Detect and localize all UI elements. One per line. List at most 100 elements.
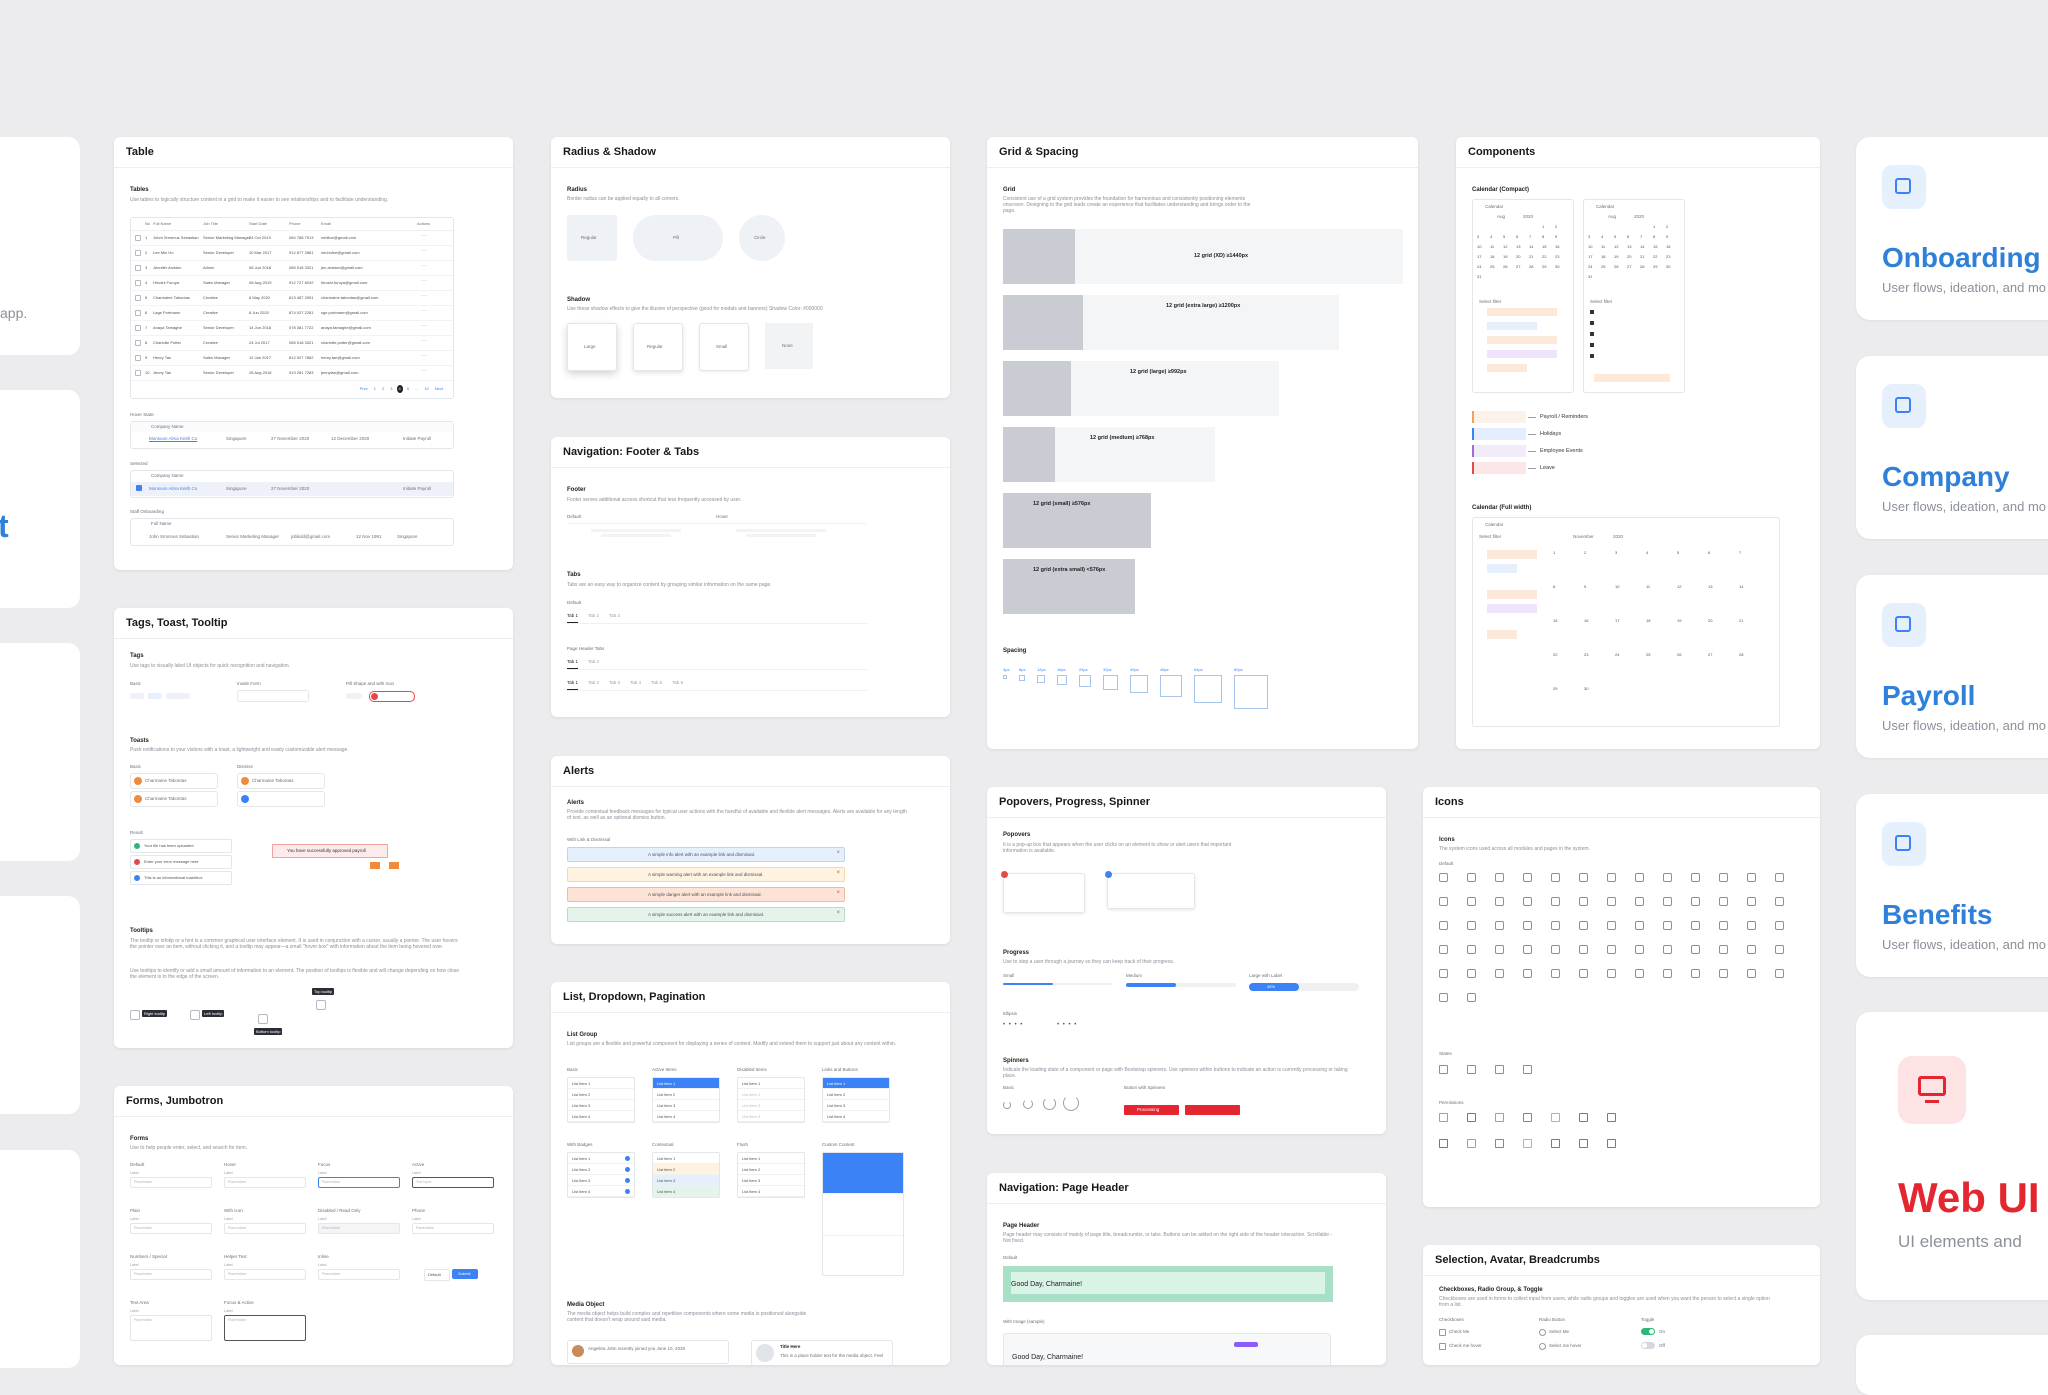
calendar-day[interactable]: 21 bbox=[1640, 254, 1644, 259]
toggle-on[interactable] bbox=[1641, 1328, 1655, 1335]
calendar-day[interactable]: 14 bbox=[1529, 244, 1533, 249]
calendar-day[interactable]: 11 bbox=[1646, 584, 1650, 589]
list-item[interactable]: List item 3 bbox=[738, 1175, 804, 1186]
more-icon[interactable]: ··· bbox=[421, 263, 427, 269]
tab[interactable]: Tab 6 bbox=[672, 680, 683, 690]
tab[interactable]: Tab 1 bbox=[567, 613, 579, 623]
pagination-item[interactable]: 3 bbox=[388, 385, 394, 393]
more-icon[interactable]: ··· bbox=[421, 293, 427, 299]
tab[interactable]: Tab 3 bbox=[609, 680, 620, 690]
more-icon[interactable]: ··· bbox=[421, 308, 427, 314]
calendar-day[interactable]: 10 bbox=[1588, 244, 1592, 249]
row-checkbox[interactable] bbox=[135, 295, 141, 301]
pagination-item[interactable]: 4 bbox=[396, 385, 403, 393]
tag[interactable] bbox=[130, 693, 144, 699]
calendar-day[interactable]: 24 bbox=[1615, 652, 1619, 657]
calendar-day[interactable]: 7 bbox=[1529, 234, 1531, 239]
calendar-day[interactable]: 21 bbox=[1529, 254, 1533, 259]
calendar-day[interactable]: 25 bbox=[1490, 264, 1494, 269]
year-select[interactable]: 2020 bbox=[1613, 534, 1623, 539]
calendar-day[interactable]: 2 bbox=[1555, 224, 1557, 229]
calendar-day[interactable]: 17 bbox=[1615, 618, 1619, 623]
list-item[interactable]: List item 4 bbox=[568, 1111, 634, 1122]
selected-checkbox[interactable] bbox=[136, 485, 142, 491]
hover-row-company[interactable]: Monsoon Alma Keith Co bbox=[149, 436, 197, 441]
list-item[interactable]: List item 2 bbox=[738, 1164, 804, 1175]
calendar-day[interactable]: 10 bbox=[1615, 584, 1619, 589]
form-input[interactable]: Placeholder bbox=[130, 1269, 212, 1280]
calendar-day[interactable]: 4 bbox=[1601, 234, 1603, 239]
web-ui-card[interactable]: Web UI UI elements and bbox=[1856, 1012, 2048, 1300]
calendar-day[interactable]: 29 bbox=[1542, 264, 1546, 269]
calendar-day[interactable]: 24 bbox=[1477, 264, 1481, 269]
row-checkbox[interactable] bbox=[135, 265, 141, 271]
calendar-day[interactable]: 19 bbox=[1677, 618, 1681, 623]
calendar-day[interactable]: 26 bbox=[1677, 652, 1681, 657]
tag[interactable] bbox=[148, 693, 162, 699]
user-icon[interactable] bbox=[130, 1010, 140, 1020]
tab[interactable]: Tab 4 bbox=[630, 680, 641, 690]
year-select[interactable]: 2020 bbox=[1634, 214, 1644, 219]
calendar-day[interactable]: 13 bbox=[1708, 584, 1712, 589]
list-item[interactable]: List item 1 bbox=[738, 1078, 804, 1089]
checkbox[interactable] bbox=[1439, 1329, 1446, 1336]
calendar-day[interactable]: 18 bbox=[1646, 618, 1650, 623]
calendar-day[interactable]: 23 bbox=[1584, 652, 1588, 657]
pagination-item[interactable]: Prev bbox=[358, 385, 370, 393]
row-checkbox[interactable] bbox=[135, 310, 141, 316]
list-item[interactable]: List item 4 bbox=[653, 1186, 719, 1197]
calendar-day[interactable]: 20 bbox=[1516, 254, 1520, 259]
calendar-day[interactable]: 3 bbox=[1588, 234, 1590, 239]
calendar-day[interactable]: 22 bbox=[1553, 652, 1557, 657]
month-select[interactable]: Aug bbox=[1497, 214, 1505, 219]
form-input[interactable]: Text Input bbox=[412, 1177, 494, 1188]
calendar-day[interactable]: 23 bbox=[1555, 254, 1559, 259]
calendar-day[interactable]: 8 bbox=[1553, 584, 1555, 589]
company-card[interactable]: Company User flows, ideation, and mo bbox=[1856, 356, 2048, 539]
list-item[interactable]: List item 2 bbox=[823, 1089, 889, 1100]
calendar-day[interactable]: 15 bbox=[1653, 244, 1657, 249]
list-item[interactable]: List item 3 bbox=[823, 1100, 889, 1111]
radio-button[interactable] bbox=[1539, 1343, 1546, 1350]
tab[interactable]: Tab 2 bbox=[588, 680, 599, 690]
calendar-day[interactable]: 8 bbox=[1653, 234, 1655, 239]
initiate-payroll-link[interactable]: Initiate Payroll bbox=[403, 436, 431, 441]
calendar-day[interactable]: 6 bbox=[1708, 550, 1710, 555]
form-input[interactable]: Placeholder bbox=[224, 1315, 306, 1341]
close-icon[interactable]: × bbox=[836, 890, 840, 896]
calendar-day[interactable]: 28 bbox=[1529, 264, 1533, 269]
list-item[interactable]: List item 2 bbox=[568, 1089, 634, 1100]
calendar-day[interactable]: 11 bbox=[1490, 244, 1494, 249]
list-item[interactable]: List item 3 bbox=[653, 1175, 719, 1186]
processing-button[interactable]: Processing bbox=[1124, 1105, 1179, 1115]
more-icon[interactable]: ··· bbox=[421, 248, 427, 254]
calendar-day[interactable]: 28 bbox=[1640, 264, 1644, 269]
select-filter[interactable]: Select filter bbox=[1479, 534, 1501, 539]
toast-action[interactable] bbox=[389, 862, 399, 869]
row-checkbox[interactable] bbox=[135, 280, 141, 286]
calendar-day[interactable]: 13 bbox=[1516, 244, 1520, 249]
payroll-card[interactable]: Payroll User flows, ideation, and mo bbox=[1856, 575, 2048, 758]
pagination-item[interactable]: 1 bbox=[372, 385, 378, 393]
calendar-day[interactable]: 15 bbox=[1542, 244, 1546, 249]
calendar-day[interactable]: 6 bbox=[1627, 234, 1629, 239]
form-input[interactable]: Placeholder bbox=[412, 1223, 494, 1234]
calendar-day[interactable]: 27 bbox=[1516, 264, 1520, 269]
toast-action[interactable] bbox=[370, 862, 380, 869]
list-item[interactable]: List item 2 bbox=[568, 1164, 634, 1175]
pagination-item[interactable]: ... bbox=[413, 385, 420, 393]
calendar-day[interactable]: 26 bbox=[1503, 264, 1507, 269]
calendar-day[interactable]: 15 bbox=[1553, 618, 1557, 623]
more-icon[interactable]: ··· bbox=[421, 323, 427, 329]
pagination-item[interactable]: 2 bbox=[380, 385, 386, 393]
pagination-item[interactable]: 5 bbox=[405, 385, 411, 393]
user-icon[interactable] bbox=[258, 1014, 268, 1024]
row-checkbox[interactable] bbox=[135, 250, 141, 256]
year-select[interactable]: 2020 bbox=[1523, 214, 1533, 219]
calendar-day[interactable]: 20 bbox=[1627, 254, 1631, 259]
pagination-item[interactable]: 10 bbox=[422, 385, 430, 393]
benefits-card[interactable]: Benefits User flows, ideation, and mo bbox=[1856, 794, 2048, 977]
calendar-day[interactable]: 4 bbox=[1490, 234, 1492, 239]
calendar-day[interactable]: 28 bbox=[1739, 652, 1743, 657]
calendar-day[interactable]: 3 bbox=[1615, 550, 1617, 555]
